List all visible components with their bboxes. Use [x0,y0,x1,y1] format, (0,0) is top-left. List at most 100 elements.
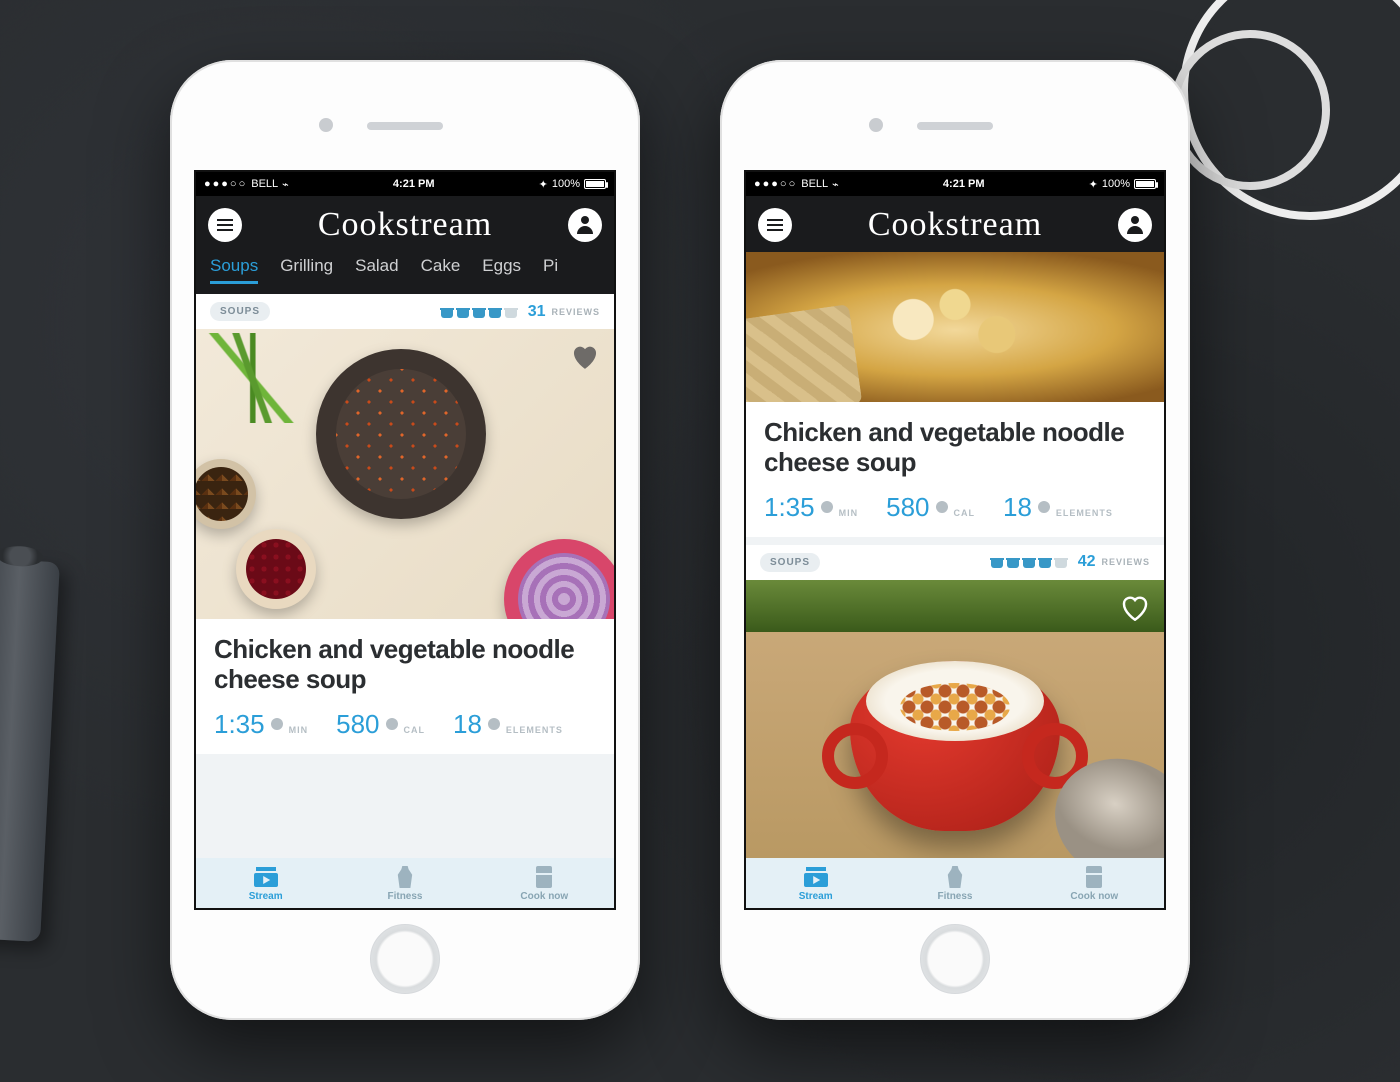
stat-time-value: 1:35 [214,709,265,740]
phone-screen-left: ●●●○○ BELL ⌁ 4:21 PM ✦ 100% Cookstream S… [194,170,616,910]
flame-icon [936,501,948,513]
profile-icon [1126,216,1144,234]
recipe-photo [746,580,1164,858]
bluetooth-icon: ✦ [539,178,548,191]
favorite-button[interactable] [570,343,600,370]
reviews-label: REVIEWS [551,307,600,317]
status-time: 4:21 PM [289,178,539,190]
battery-label: 100% [1102,178,1130,190]
pot-icon-empty [1054,556,1068,568]
rating-pots [440,306,518,318]
home-button[interactable] [370,924,440,994]
category-tab-soups[interactable]: Soups [210,256,258,284]
phone-speaker [917,122,993,130]
fridge-icon [531,866,557,888]
recipe-stats: 1:35 MIN 580 CAL 18 ELEMENTS [214,709,596,740]
favorite-button[interactable] [1120,594,1150,621]
heart-outline-icon [1120,594,1150,621]
recipe-feed[interactable]: SOUPS 31 REVIEWS [196,294,614,858]
desk-pen-prop [0,558,60,942]
pot-icon-empty [504,306,518,318]
battery-icon [584,179,606,189]
profile-icon [576,216,594,234]
app-header: Cookstream [196,196,614,252]
stat-elem-value: 18 [453,709,482,740]
clock-icon [821,501,833,513]
phone-speaker [367,122,443,130]
stat-elem-unit: ELEMENTS [1056,508,1113,518]
nav-stream[interactable]: Stream [196,866,335,902]
reviews-count[interactable]: 42 [1078,553,1096,571]
recipe-photo [196,329,614,619]
bluetooth-icon: ✦ [1089,178,1098,191]
stat-calories: 580 CAL [336,709,425,740]
recipe-image-bottom[interactable] [746,580,1164,858]
battery-label: 100% [552,178,580,190]
pot-icon [440,306,454,318]
recipe-feed[interactable]: Chicken and vegetable noodle cheese soup… [746,252,1164,858]
category-tab-cake[interactable]: Cake [421,256,461,284]
nav-fitness[interactable]: Fitness [885,866,1024,902]
stat-time-value: 1:35 [764,492,815,523]
nav-fitness-label: Fitness [937,891,972,902]
category-tab-more[interactable]: Pi [543,256,558,284]
pot-icon [488,306,502,318]
profile-button[interactable] [1118,208,1152,242]
pot-icon [472,306,486,318]
status-bar: ●●●○○ BELL ⌁ 4:21 PM ✦ 100% [746,172,1164,196]
profile-button[interactable] [568,208,602,242]
recipe-title[interactable]: Chicken and vegetable noodle cheese soup [214,635,596,695]
category-tab-salad[interactable]: Salad [355,256,398,284]
signal-dots-icon: ●●●○○ [204,178,247,190]
rating-pots [990,556,1068,568]
category-chip[interactable]: SOUPS [760,553,820,572]
stat-time: 1:35 MIN [214,709,308,740]
clock-icon [271,718,283,730]
nav-fitness[interactable]: Fitness [335,866,474,902]
stat-time-unit: MIN [839,508,859,518]
phone-screen-right: ●●●○○ BELL ⌁ 4:21 PM ✦ 100% Cookstream C… [744,170,1166,910]
app-header: Cookstream [746,196,1164,252]
category-chip[interactable]: SOUPS [210,302,270,321]
fitness-icon [392,866,418,888]
phone-camera [319,118,333,132]
home-button[interactable] [920,924,990,994]
recipe-stats: 1:35 MIN 580 CAL 18 ELEMENTS [764,492,1146,523]
hamburger-icon [217,224,233,226]
recipe-title[interactable]: Chicken and vegetable noodle cheese soup [764,418,1146,478]
recipe-card-body: Chicken and vegetable noodle cheese soup… [196,619,614,754]
nav-stream-label: Stream [799,891,833,902]
category-tab-eggs[interactable]: Eggs [482,256,521,284]
stat-time-unit: MIN [289,725,309,735]
reviews-label: REVIEWS [1101,557,1150,567]
status-bar: ●●●○○ BELL ⌁ 4:21 PM ✦ 100% [196,172,614,196]
menu-button[interactable] [208,208,242,242]
bottom-nav: Stream Fitness Cook now [746,858,1164,908]
nav-fitness-label: Fitness [387,891,422,902]
category-tabs: Soups Grilling Salad Cake Eggs Pi [196,252,614,294]
signal-dots-icon: ●●●○○ [754,178,797,190]
recipe-image[interactable] [196,329,614,619]
recipe-card-header-bottom: SOUPS 42 REVIEWS [746,545,1164,580]
carrier-label: BELL [251,178,278,190]
nav-cook-now-label: Cook now [1070,891,1118,902]
flame-icon [386,718,398,730]
pot-icon [1038,556,1052,568]
reviews-count[interactable]: 31 [528,303,546,321]
fitness-icon [942,866,968,888]
bottom-nav: Stream Fitness Cook now [196,858,614,908]
nav-cook-now[interactable]: Cook now [475,866,614,902]
stat-cal-unit: CAL [954,508,976,518]
stat-elem-unit: ELEMENTS [506,725,563,735]
nav-stream[interactable]: Stream [746,866,885,902]
stat-cal-value: 580 [886,492,929,523]
category-tab-grilling[interactable]: Grilling [280,256,333,284]
pot-icon [1022,556,1036,568]
desk-cable-prop-2 [1170,30,1330,190]
app-title: Cookstream [792,206,1118,244]
menu-button[interactable] [758,208,792,242]
stat-elements: 18 ELEMENTS [1003,492,1113,523]
heart-icon [570,343,600,370]
nav-cook-now[interactable]: Cook now [1025,866,1164,902]
recipe-image-top[interactable] [746,252,1164,402]
